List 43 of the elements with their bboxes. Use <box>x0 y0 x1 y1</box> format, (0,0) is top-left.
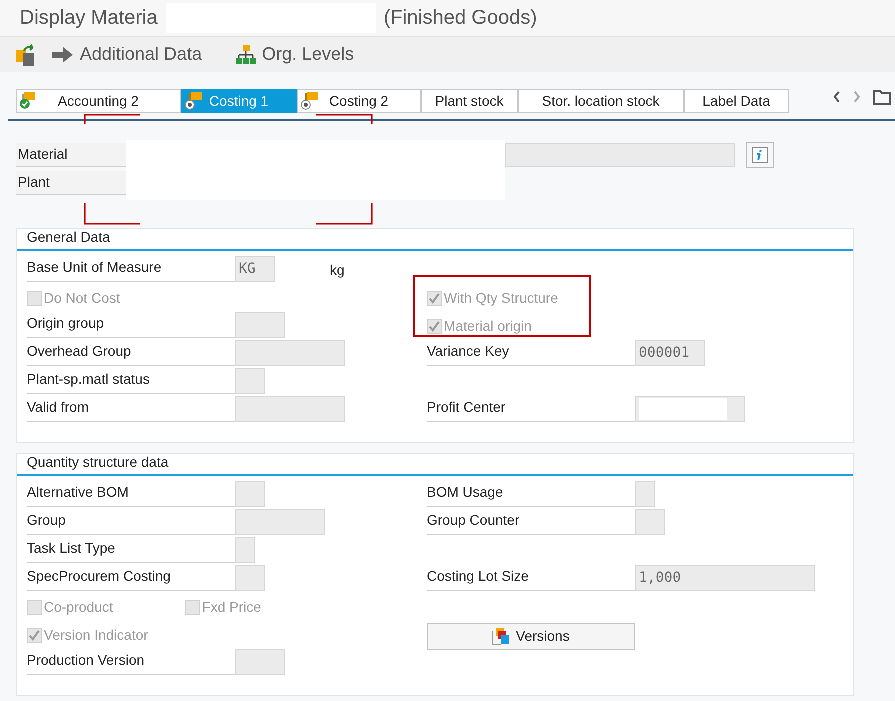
toolbar-button[interactable]: Additional Data <box>52 41 202 68</box>
checkbox-label: Do Not Cost <box>44 288 120 308</box>
info-icon <box>752 147 768 163</box>
hierarchy-icon <box>236 44 256 64</box>
input-field <box>635 481 655 507</box>
arrow-icon <box>52 46 74 64</box>
tab[interactable]: Label Data <box>684 89 789 113</box>
toolbar-button[interactable]: Org. Levels <box>236 41 354 68</box>
chevron-right-icon <box>853 91 861 103</box>
section-title: General Data <box>27 228 110 247</box>
input-field <box>235 649 285 675</box>
input-field: 000001 <box>635 340 705 366</box>
input-field <box>635 509 665 535</box>
folder-icon <box>873 89 891 105</box>
input-field: KG <box>235 256 275 282</box>
window-title: Display Materia <box>20 6 158 31</box>
field-label: Material <box>16 143 126 167</box>
field-label: Plant <box>16 171 126 195</box>
chevron-left-icon <box>833 91 841 103</box>
input-field: 1,000 <box>635 565 815 591</box>
checkbox-label: Fxd Price <box>202 598 262 616</box>
input-field <box>235 537 255 563</box>
versions-icon <box>492 628 510 646</box>
input-field <box>235 312 285 338</box>
checkbox-label: With Qty Structure <box>444 288 558 308</box>
versions-button[interactable]: Versions <box>427 623 635 650</box>
tab[interactable]: Stor. location stock <box>518 89 684 113</box>
flag-radio-icon <box>184 92 204 110</box>
checkbox-label: Version Indicator <box>44 626 148 644</box>
input-field <box>235 565 265 591</box>
section-title: Quantity structure data <box>27 453 169 472</box>
flag-check-icon <box>19 92 37 110</box>
tab[interactable]: Plant stock <box>421 89 518 113</box>
input-field <box>235 481 265 507</box>
checkbox-label: Material origin <box>444 316 532 336</box>
tab[interactable]: Accounting 2 <box>16 89 181 113</box>
info-button[interactable] <box>746 142 774 168</box>
unit-text: kg <box>330 260 345 280</box>
input-field <box>235 368 265 394</box>
tab[interactable]: Costing 2 <box>297 89 421 113</box>
window-title: (Finished Goods) <box>384 6 538 31</box>
checkbox-label: Co-product <box>44 598 114 617</box>
flag-radio-icon <box>300 92 320 110</box>
